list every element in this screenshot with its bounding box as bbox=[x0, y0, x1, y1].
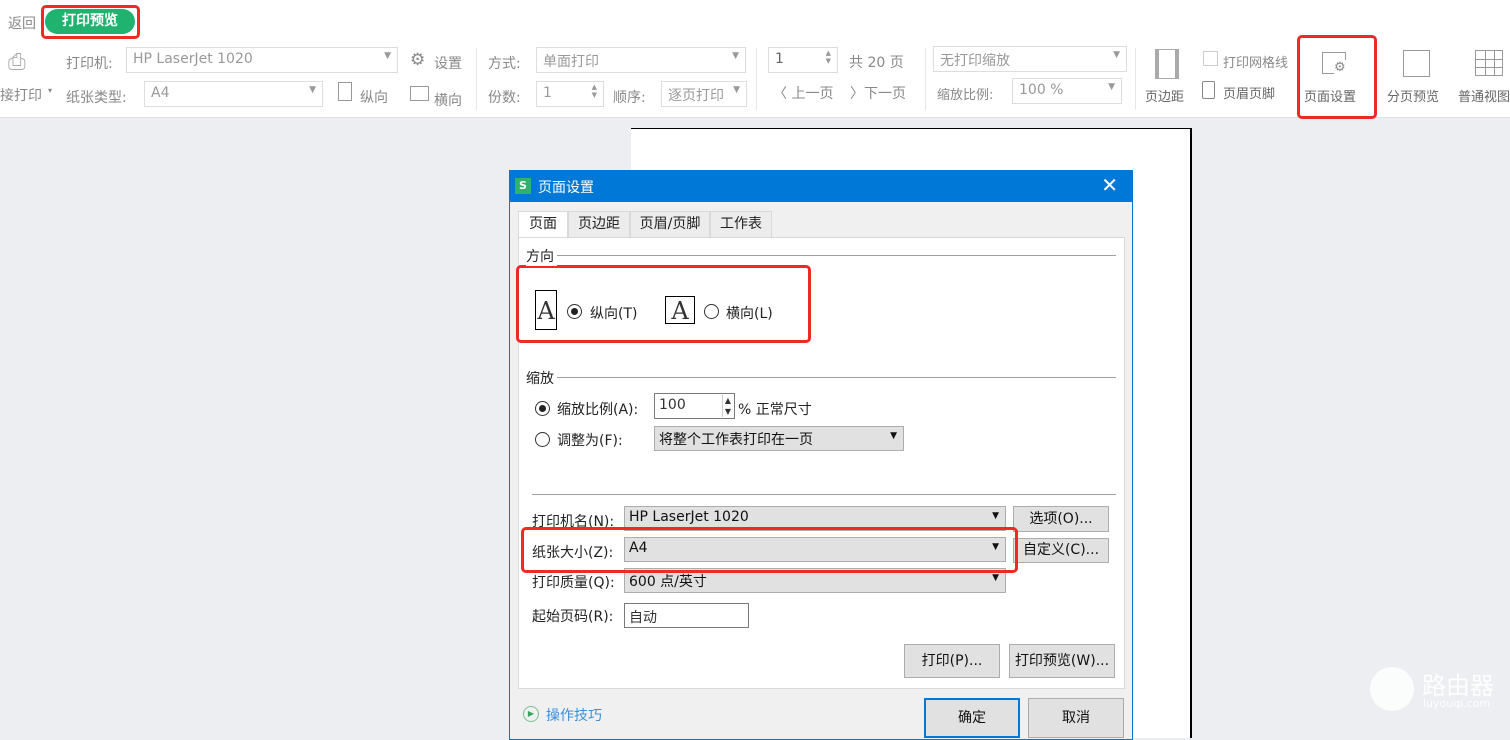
gridlines-checkbox[interactable] bbox=[1203, 51, 1218, 66]
start-page-input[interactable]: 自动 bbox=[624, 603, 749, 628]
total-pages: 共 20 页 bbox=[849, 55, 904, 71]
page-break-preview-icon bbox=[1403, 50, 1430, 77]
orientation-heading: 方向 bbox=[526, 246, 557, 266]
normal-view-icon bbox=[1475, 50, 1503, 76]
printer-label: 打印机: bbox=[66, 56, 113, 72]
tab-margins[interactable]: 页边距 bbox=[568, 211, 630, 238]
gear-icon: ⚙ bbox=[410, 50, 426, 70]
play-circle-icon: ▶ bbox=[523, 706, 539, 722]
margins-icon bbox=[1155, 49, 1179, 79]
dialog-title: 页面设置 bbox=[538, 180, 594, 196]
back-link[interactable]: 返回 bbox=[8, 13, 36, 33]
cancel-button[interactable]: 取消 bbox=[1028, 698, 1124, 738]
mode-label: 方式: bbox=[488, 56, 521, 72]
scaling-heading: 缩放 bbox=[526, 368, 557, 388]
landscape-button[interactable]: 横向 bbox=[434, 90, 462, 110]
printer-name-select[interactable]: HP LaserJet 1020 ▼ bbox=[624, 506, 1006, 531]
options-button[interactable]: 选项(O)... bbox=[1013, 506, 1109, 532]
header-footer-button[interactable]: 页眉页脚 bbox=[1223, 83, 1275, 102]
portrait-page-icon bbox=[338, 82, 352, 101]
print-quality-label: 打印质量(Q): bbox=[532, 575, 615, 591]
portrait-button[interactable]: 纵向 bbox=[360, 87, 388, 107]
printer-icon: ⎙ bbox=[8, 50, 26, 75]
paper-type-label: 纸张类型: bbox=[66, 90, 127, 106]
print-button[interactable]: 打印(P)... bbox=[904, 644, 1000, 678]
scale-ratio-input[interactable]: 100 ▲ ▼ bbox=[654, 393, 735, 419]
paper-size-label: 纸张大小(Z): bbox=[532, 545, 614, 561]
fit-to-radio[interactable] bbox=[535, 432, 550, 447]
watermark-url: luyouqi.com bbox=[1423, 697, 1491, 710]
landscape-label: 横向(L) bbox=[726, 306, 773, 322]
start-page-label: 起始页码(R): bbox=[532, 609, 614, 625]
direct-print-button[interactable]: 接打印 bbox=[0, 85, 42, 105]
margins-button[interactable]: 页边距 bbox=[1145, 86, 1184, 105]
landscape-page-icon bbox=[410, 86, 429, 101]
router-logo-icon bbox=[1370, 667, 1414, 711]
fit-to-select[interactable]: 将整个工作表打印在一页 ▼ bbox=[654, 426, 904, 451]
close-icon[interactable]: ✕ bbox=[1101, 173, 1118, 197]
print-order-select[interactable]: 逐页打印 ▼ bbox=[661, 81, 747, 107]
page-setup-button[interactable]: 页面设置 bbox=[1304, 86, 1356, 105]
portrait-label: 纵向(T) bbox=[590, 306, 638, 322]
paper-type-select[interactable]: A4 ▼ bbox=[144, 81, 323, 107]
print-preview-toolbar: 返回 打印预览 ⎙ 接打印 ▾ 打印机: HP LaserJet 1020 ▼ ⚙… bbox=[0, 0, 1510, 118]
scale-ratio-radio[interactable] bbox=[535, 401, 550, 416]
tips-link[interactable]: 操作技巧 bbox=[546, 705, 602, 725]
watermark-title: 路由器 bbox=[1422, 672, 1494, 700]
landscape-radio[interactable] bbox=[704, 304, 719, 319]
tab-header-footer[interactable]: 页眉/页脚 bbox=[630, 211, 710, 238]
ok-button[interactable]: 确定 bbox=[924, 698, 1020, 738]
print-preview-button[interactable]: 打印预览(W)... bbox=[1009, 644, 1115, 678]
fit-to-label: 调整为(F): bbox=[557, 433, 623, 449]
tab-worksheet[interactable]: 工作表 bbox=[710, 211, 772, 238]
printer-name-label: 打印机名(N): bbox=[532, 514, 615, 530]
printer-select[interactable]: HP LaserJet 1020 ▼ bbox=[126, 47, 398, 73]
copies-label: 份数: bbox=[488, 90, 521, 106]
normal-view-button[interactable]: 普通视图 bbox=[1458, 86, 1510, 105]
scale-ratio-label: 缩放比例(A): bbox=[557, 402, 639, 418]
dialog-title-bar: S 页面设置 ✕ bbox=[510, 171, 1132, 202]
scale-ratio-suffix: % 正常尺寸 bbox=[738, 402, 812, 418]
page-setup-dialog: S 页面设置 ✕ 页面 页边距 页眉/页脚 工作表 方向 A 纵向(T) A 横… bbox=[509, 170, 1133, 740]
print-quality-select[interactable]: 600 点/英寸 ▼ bbox=[624, 568, 1006, 593]
header-footer-icon bbox=[1202, 81, 1215, 99]
print-mode-select[interactable]: 单面打印 ▼ bbox=[536, 47, 746, 73]
scale-label: 缩放比例: bbox=[937, 88, 994, 103]
portrait-radio[interactable] bbox=[567, 304, 582, 319]
scale-mode-select[interactable]: 无打印缩放 ▼ bbox=[933, 46, 1127, 72]
scale-select[interactable]: 100 % ▼ bbox=[1012, 78, 1122, 104]
printer-settings-button[interactable]: 设置 bbox=[434, 53, 462, 73]
gridlines-label: 打印网格线 bbox=[1223, 56, 1289, 71]
print-preview-tab[interactable]: 打印预览 bbox=[45, 9, 135, 34]
app-icon: S bbox=[515, 178, 531, 194]
prev-page-button[interactable]: 〈 上一页 bbox=[773, 83, 833, 103]
paper-size-select[interactable]: A4 ▼ bbox=[624, 537, 1006, 562]
landscape-a-icon: A bbox=[665, 296, 695, 325]
tab-page[interactable]: 页面 bbox=[518, 211, 568, 239]
portrait-a-icon: A bbox=[535, 290, 557, 330]
custom-paper-button[interactable]: 自定义(C)... bbox=[1013, 538, 1109, 563]
page-break-preview-button[interactable]: 分页预览 bbox=[1387, 86, 1439, 105]
page-tab-panel: 方向 A 纵向(T) A 横向(L) 缩放 缩放比例(A): 100 ▲ ▼ % 正… bbox=[518, 237, 1125, 689]
page-number-stepper[interactable]: 1 ▲ ▼ bbox=[768, 47, 838, 73]
next-page-button[interactable]: 〉下一页 bbox=[850, 83, 906, 103]
order-label: 顺序: bbox=[613, 90, 646, 106]
copies-stepper[interactable]: 1 ▲ ▼ bbox=[536, 81, 604, 107]
